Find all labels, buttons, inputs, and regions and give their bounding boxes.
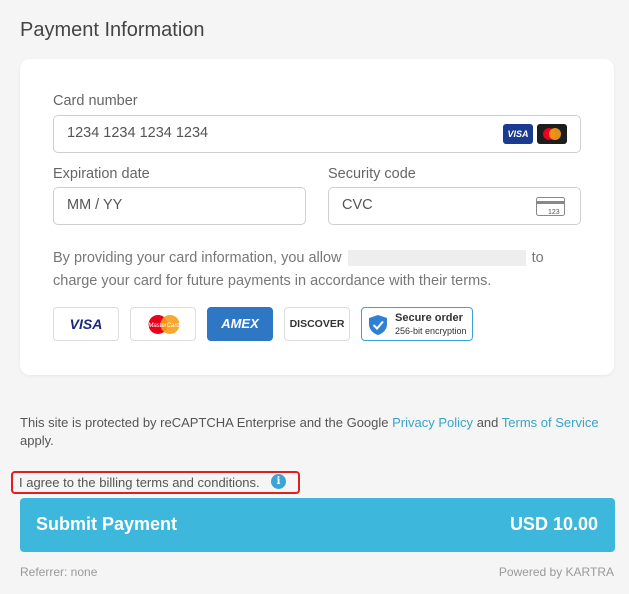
- card-number-label: Card number: [53, 93, 138, 109]
- security-code-field[interactable]: 123: [328, 187, 581, 225]
- powered-by-text: Powered by KARTRA: [498, 565, 614, 579]
- terms-of-service-link[interactable]: Terms of Service: [502, 415, 599, 430]
- info-icon[interactable]: i: [271, 474, 286, 489]
- discover-logo-text: DISCOVER: [289, 318, 345, 330]
- privacy-policy-link[interactable]: Privacy Policy: [392, 415, 473, 430]
- payment-amount: USD 10.00: [509, 514, 598, 534]
- redacted-merchant-name: [347, 250, 526, 267]
- authorization-notice: By providing your card information, you …: [53, 247, 583, 293]
- recaptcha-text: This site is protected by reCAPTCHA Ente…: [20, 415, 389, 430]
- mastercard-logo: MasterCard: [130, 307, 196, 341]
- visa-logo: VISA: [53, 307, 119, 341]
- cvc-card-icon: 123: [536, 197, 565, 216]
- recaptcha-apply: apply.: [20, 433, 54, 448]
- amex-logo: AMEX: [207, 307, 273, 341]
- expiration-input[interactable]: [67, 197, 243, 213]
- secure-order-title: Secure order: [395, 312, 463, 324]
- billing-terms-agreement[interactable]: I agree to the billing terms and conditi…: [19, 475, 260, 490]
- card-number-input[interactable]: [67, 125, 436, 141]
- discover-logo: DISCOVER: [284, 307, 350, 341]
- recaptcha-and: and: [476, 415, 499, 430]
- expiration-label: Expiration date: [53, 166, 150, 182]
- submit-label: Submit Payment: [36, 514, 178, 534]
- submit-payment-button[interactable]: Submit Payment USD 10.00: [20, 498, 615, 552]
- recaptcha-notice: This site is protected by reCAPTCHA Ente…: [20, 414, 620, 450]
- card-number-field[interactable]: VISA: [53, 115, 581, 153]
- expiration-field[interactable]: [53, 187, 306, 225]
- shield-check-icon: [369, 315, 387, 335]
- mastercard-circles-icon: MasterCard: [148, 315, 180, 334]
- secure-order-subtitle: 256-bit encryption: [395, 326, 467, 336]
- page-title: Payment Information: [20, 19, 205, 41]
- payment-card: Card number VISA Expiration date Securit…: [20, 59, 614, 375]
- visa-logo-text: VISA: [69, 316, 103, 332]
- referrer-text: Referrer: none: [20, 565, 98, 579]
- visa-mini-icon: VISA: [503, 124, 533, 144]
- amex-logo-text: AMEX: [221, 316, 259, 331]
- svg-text:123: 123: [548, 209, 560, 216]
- secure-order-badge: Secure order 256-bit encryption: [361, 307, 473, 341]
- svg-text:MasterCard: MasterCard: [148, 323, 180, 329]
- notice-part1: By providing your card information, you …: [53, 250, 342, 266]
- mastercard-mini-icon: [537, 124, 567, 144]
- cvc-input[interactable]: [342, 197, 518, 213]
- security-code-label: Security code: [328, 166, 416, 182]
